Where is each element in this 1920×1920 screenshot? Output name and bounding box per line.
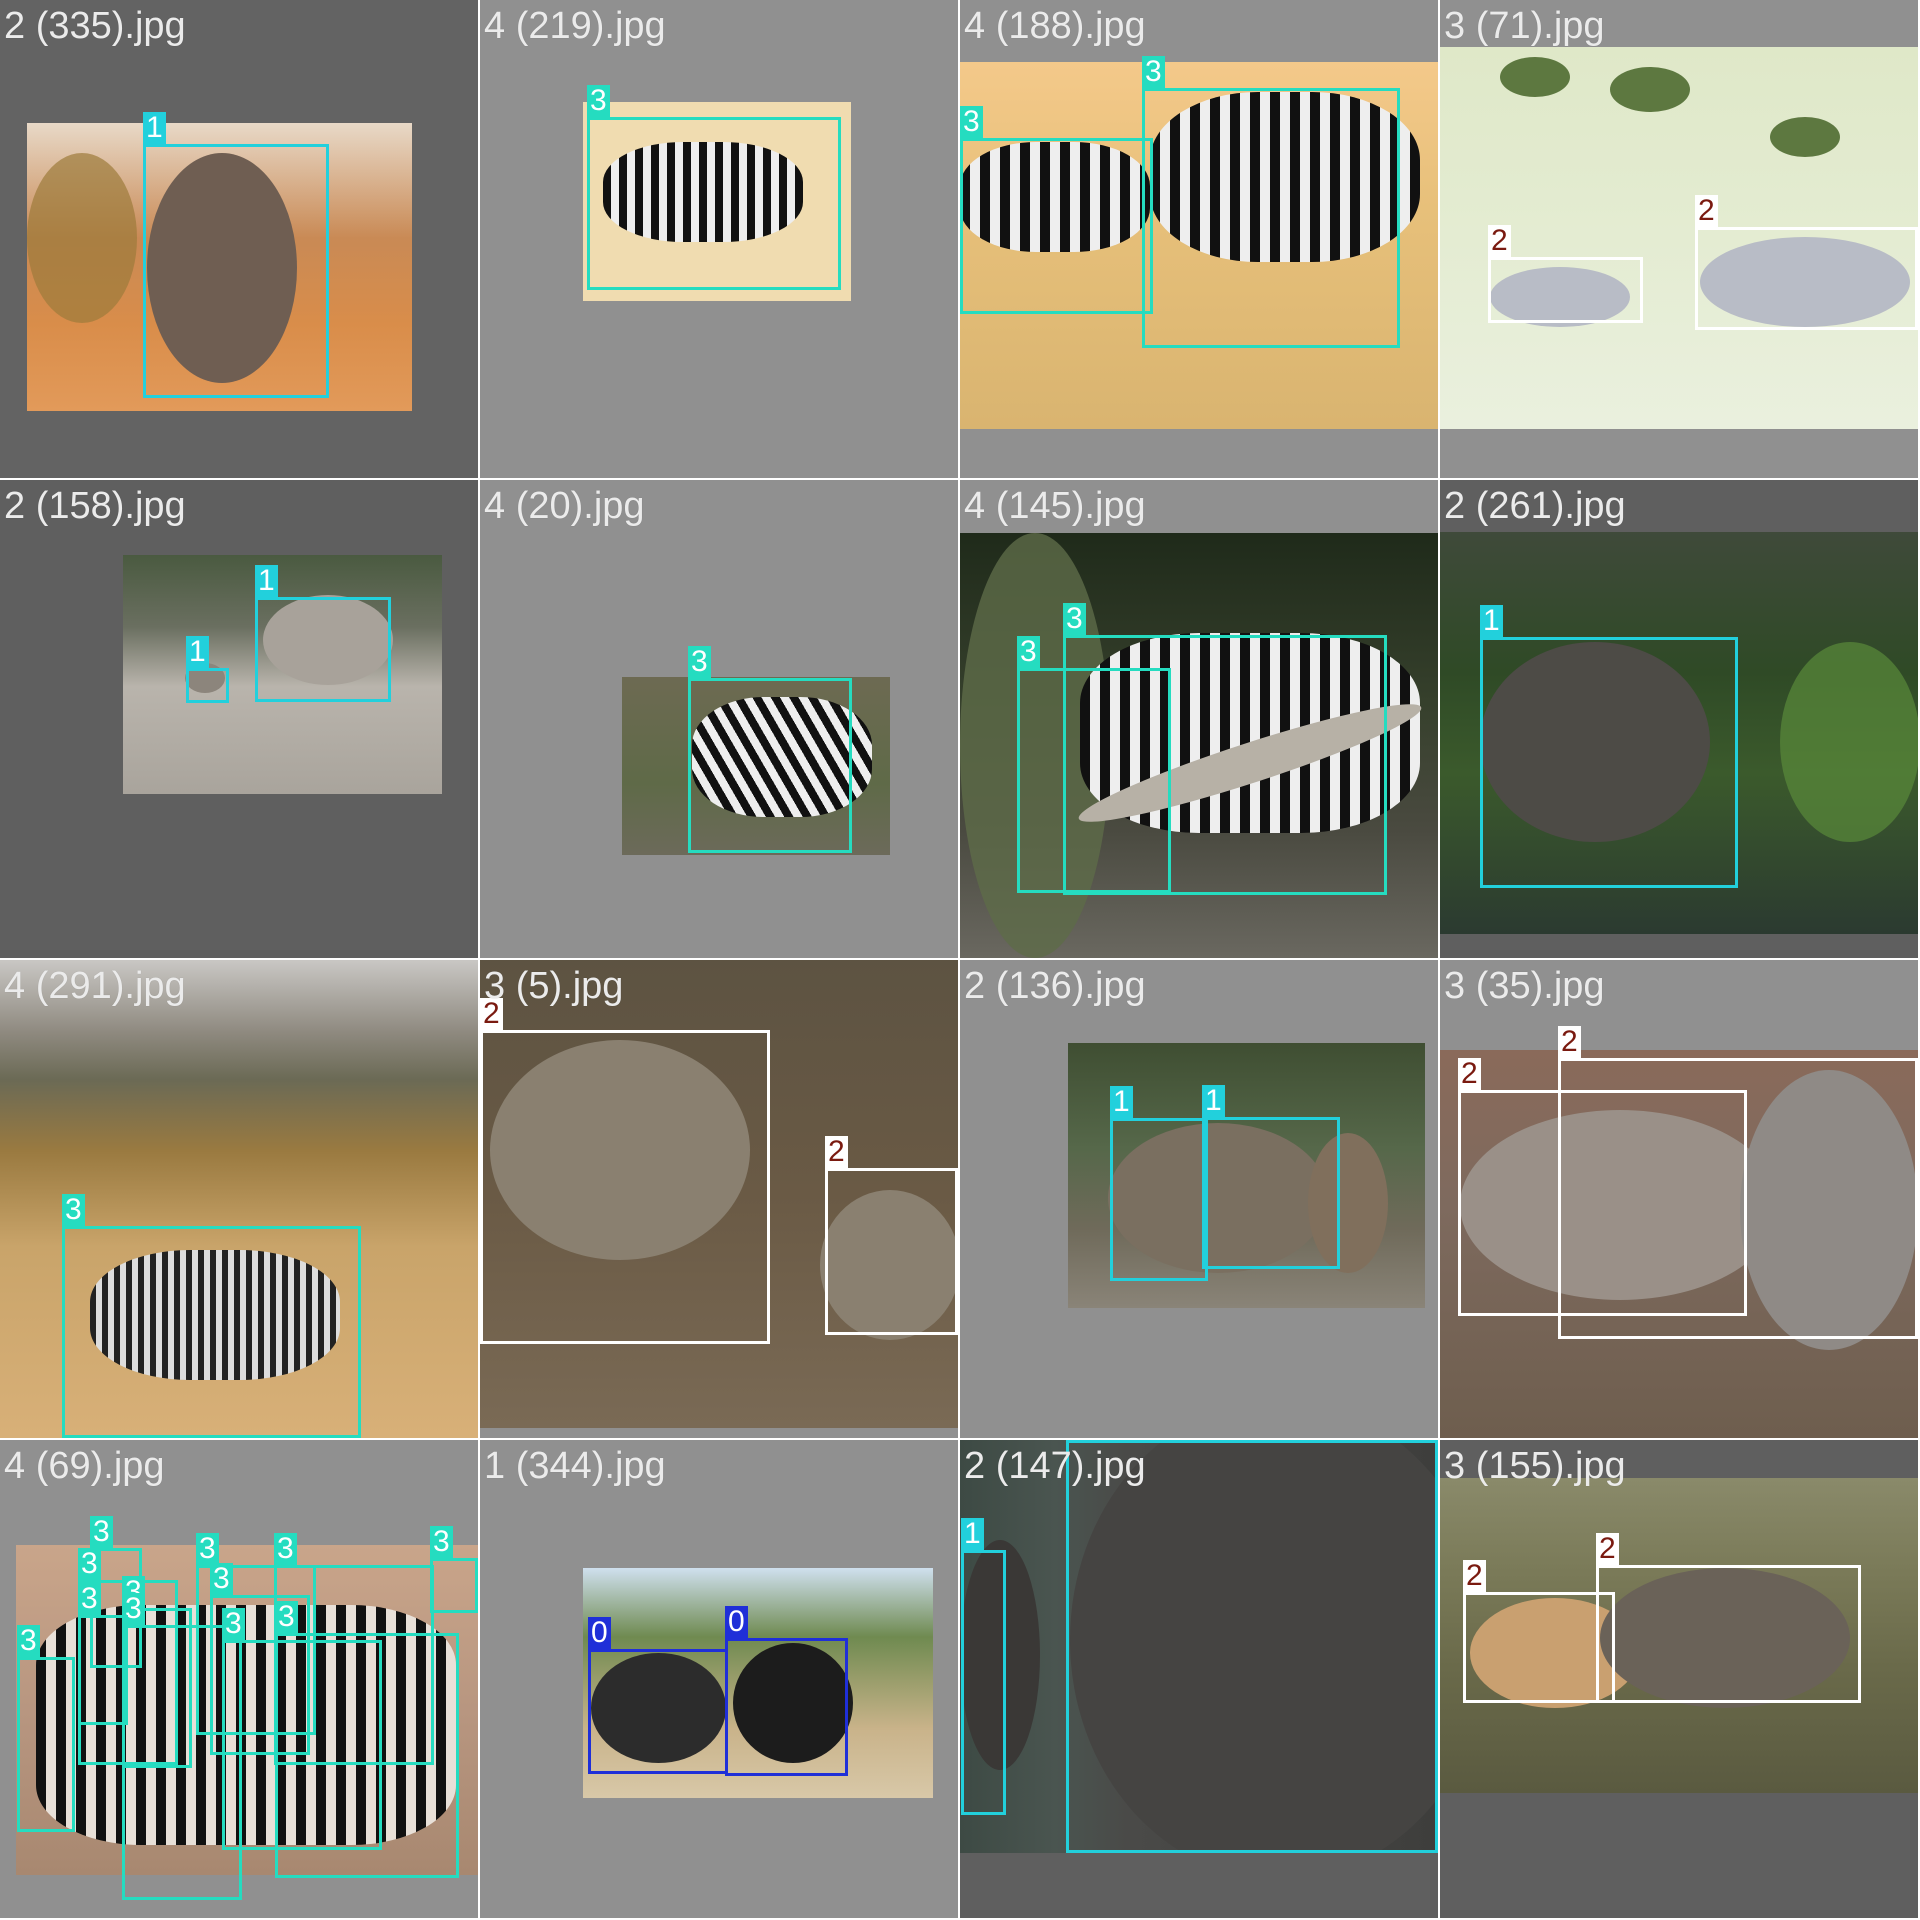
detection-box [1202,1117,1340,1269]
detection-box [186,668,229,703]
class-label: 3 [1142,56,1165,88]
class-label: 1 [143,112,166,144]
image-filename: 2 (261).jpg [1444,485,1626,527]
class-label: 3 [274,1533,297,1565]
detection-box [1695,227,1918,330]
image-filename: 4 (188).jpg [964,5,1146,47]
tile-11: 1 1 2 (136).jpg [960,960,1438,1438]
image-filename: 1 (344).jpg [484,1445,666,1487]
image-filename: 4 (219).jpg [484,5,666,47]
class-label: 1 [255,565,278,597]
detection-box [1596,1565,1861,1703]
class-label: 3 [1017,636,1040,668]
class-label: 2 [1596,1533,1619,1565]
detection-box [78,1615,128,1725]
class-label: 1 [1202,1085,1225,1117]
detection-box [688,678,852,853]
detection-box [1480,637,1738,888]
class-label: 0 [588,1617,611,1649]
detection-box [275,1633,459,1878]
tile-7: 3 3 4 (145).jpg [960,480,1438,958]
tile-1: 1 2 (335).jpg [0,0,478,478]
class-label: 2 [1488,225,1511,257]
tile-14: 0 0 1 (344).jpg [480,1440,958,1918]
image-filename: 2 (136).jpg [964,965,1146,1007]
tile-13: 3 3 3 3 3 3 3 3 3 3 3 3 4 (69).jpg [0,1440,478,1918]
tile-8: 1 2 (261).jpg [1440,480,1918,958]
class-label: 2 [1458,1058,1481,1090]
class-label: 1 [1110,1086,1133,1118]
class-label: 3 [688,646,711,678]
tile-16: 2 2 3 (155).jpg [1440,1440,1918,1918]
detection-box [1463,1592,1615,1703]
image-filename: 3 (71).jpg [1444,5,1605,47]
image-filename: 3 (155).jpg [1444,1445,1626,1487]
class-label: 2 [1558,1026,1581,1058]
detection-box [480,1030,770,1344]
tile-9: 3 4 (291).jpg [0,960,478,1438]
detection-box [1063,635,1387,895]
class-label: 1 [961,1518,984,1550]
detection-box [1066,1440,1438,1853]
image-filename: 2 (147).jpg [964,1445,1146,1487]
tile-3: 3 3 4 (188).jpg [960,0,1438,478]
class-label: 3 [275,1601,298,1633]
class-label: 3 [17,1625,40,1657]
image-filename: 4 (69).jpg [4,1445,165,1487]
image-filename: 3 (5).jpg [484,965,624,1007]
detection-box [62,1226,361,1438]
detection-box [725,1638,848,1776]
detection-mosaic: 1 2 (335).jpg 3 4 (219).jpg 3 3 4 (188).… [0,0,1920,1920]
detection-box [1142,88,1400,348]
detection-box [17,1657,75,1832]
tile-12: 2 2 3 (35).jpg [1440,960,1918,1438]
detection-box [587,117,841,290]
class-label: 1 [1480,605,1503,637]
image-filename: 4 (291).jpg [4,965,186,1007]
tile-6: 3 4 (20).jpg [480,480,958,958]
class-label: 0 [725,1606,748,1638]
detection-box [1488,257,1643,323]
class-label: 3 [196,1533,219,1565]
image-filename: 2 (158).jpg [4,485,186,527]
detection-box [255,597,391,702]
class-label: 3 [960,106,983,138]
class-label: 3 [430,1526,453,1558]
tile-15: 1 2 (147).jpg [960,1440,1438,1918]
detection-box [1110,1118,1208,1281]
image-filename: 4 (20).jpg [484,485,645,527]
detection-box [1558,1058,1918,1339]
tile-10: 2 2 3 (5).jpg [480,960,958,1438]
class-label: 3 [210,1563,233,1595]
class-label: 3 [62,1194,85,1226]
detection-box [960,138,1153,314]
class-label: 3 [222,1608,245,1640]
tile-5: 1 1 2 (158).jpg [0,480,478,958]
image-filename: 2 (335).jpg [4,5,186,47]
class-label: 3 [1063,603,1086,635]
detection-box [588,1649,728,1774]
image-filename: 3 (35).jpg [1444,965,1605,1007]
image-filename: 4 (145).jpg [964,485,1146,527]
detection-box [430,1558,478,1613]
class-label: 1 [186,636,209,668]
class-label: 2 [1695,195,1718,227]
class-label: 3 [78,1548,101,1580]
detection-box [961,1550,1006,1815]
class-label: 3 [90,1516,113,1548]
class-label: 2 [1463,1560,1486,1592]
class-label: 3 [78,1583,101,1615]
tile-2: 3 4 (219).jpg [480,0,958,478]
tile-4: 2 2 3 (71).jpg [1440,0,1918,478]
detection-box [825,1168,958,1335]
class-label: 2 [825,1136,848,1168]
class-label: 3 [587,85,610,117]
detection-box [143,144,329,398]
